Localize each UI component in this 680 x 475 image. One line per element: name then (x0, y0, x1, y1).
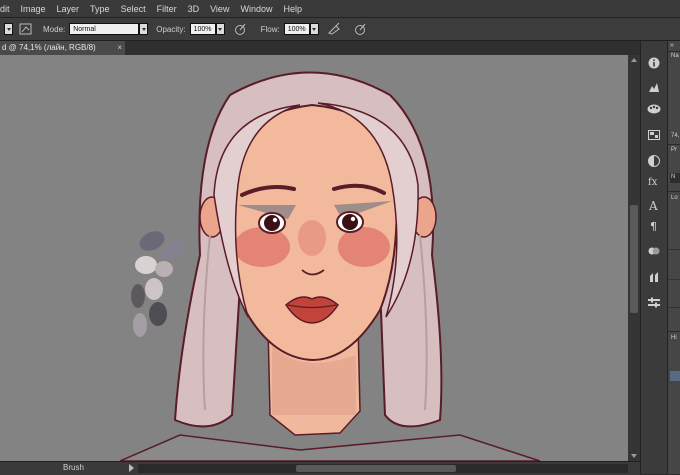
document-tab[interactable]: d @ 74,1% (лайн, RGB/8) × (0, 41, 125, 55)
docked-panels: » Na 74, Pr N Lo Hi (667, 41, 680, 474)
horizontal-scroll-thumb[interactable] (296, 465, 456, 472)
horizontal-scrollbar[interactable] (138, 464, 628, 473)
collapse-panels-icon[interactable]: » (670, 42, 674, 49)
adjustments-icon[interactable] (646, 153, 662, 169)
layers-3d-icon[interactable] (646, 243, 662, 259)
swatch-3 (135, 256, 157, 274)
info-icon[interactable] (646, 55, 662, 71)
menu-view[interactable]: View (210, 4, 236, 14)
opacity-dropdown-icon[interactable] (215, 23, 225, 35)
menu-filter[interactable]: Filter (157, 4, 184, 14)
menu-image[interactable]: Image (21, 4, 53, 14)
panel-icon-strip: fx A ¶ (640, 41, 668, 474)
menu-window[interactable]: Window (240, 4, 279, 14)
mode-dropdown-icon[interactable] (139, 23, 149, 35)
brush-presets-icon[interactable] (646, 269, 662, 285)
right-blush (338, 227, 390, 267)
mode-label: Mode: (43, 24, 66, 34)
menu-3d[interactable]: 3D (188, 4, 207, 14)
menu-layer[interactable]: Layer (57, 4, 87, 14)
swatch-7 (149, 302, 167, 326)
vertical-scrollbar[interactable] (628, 55, 640, 461)
history-tab[interactable]: Hi (671, 335, 677, 341)
close-tab-icon[interactable]: × (117, 41, 122, 55)
tool-preset-dropdown[interactable] (4, 23, 13, 35)
vertical-scroll-thumb[interactable] (630, 205, 638, 313)
menu-select[interactable]: Select (121, 4, 153, 14)
scroll-down-arrow-icon[interactable] (631, 454, 637, 458)
status-tool-name: Brush (63, 463, 84, 472)
flow-label: Flow: (260, 24, 280, 34)
character-icon[interactable]: A (646, 197, 662, 213)
swatches-icon[interactable] (646, 101, 662, 117)
layer-row-2[interactable] (668, 261, 680, 280)
zoom-readout: 74, (671, 133, 680, 139)
artwork (119, 71, 541, 461)
scroll-up-arrow-icon[interactable] (631, 58, 637, 62)
color-swatches (131, 231, 184, 337)
flow-input[interactable]: 100% (283, 23, 310, 35)
tool-presets-icon[interactable] (646, 295, 662, 311)
brush-panel-toggle-icon[interactable] (19, 22, 33, 36)
canvas[interactable] (0, 55, 628, 461)
svg-text:¶: ¶ (650, 220, 657, 231)
histogram-icon[interactable] (646, 79, 662, 95)
pressure-size-icon[interactable] (353, 22, 367, 36)
navigator-tab[interactable]: Na (671, 53, 679, 59)
svg-text:A: A (648, 199, 658, 211)
status-menu-arrow-icon[interactable] (129, 464, 134, 472)
status-bar: Brush (0, 461, 640, 475)
shirt (119, 434, 541, 461)
opacity-label: Opacity: (156, 24, 186, 34)
pressure-opacity-icon[interactable] (233, 22, 247, 36)
left-blush (234, 227, 290, 267)
menu-bar: dit Image Layer Type Select Filter 3D Vi… (0, 0, 680, 18)
svg-text:fx: fx (648, 177, 658, 187)
document-tab-title: d @ 74,1% (лайн, RGB/8) (2, 43, 96, 52)
swatch-6 (145, 278, 163, 300)
document-tab-bar: d @ 74,1% (лайн, RGB/8) × (0, 41, 640, 55)
history-row[interactable] (670, 371, 680, 381)
flow-dropdown-icon[interactable] (309, 23, 319, 35)
menu-edit[interactable]: dit (0, 4, 17, 14)
menu-help[interactable]: Help (283, 4, 309, 14)
mode-select[interactable]: Normal (69, 23, 140, 35)
layer-row-3[interactable] (668, 289, 680, 308)
swatch-5 (131, 284, 145, 308)
airbrush-icon[interactable] (327, 22, 341, 36)
panel-field-text: N (671, 174, 676, 180)
paragraph-icon[interactable]: ¶ (646, 217, 662, 233)
options-bar: Mode: Normal Opacity: 100% Flow: 100% (0, 18, 680, 41)
layers-tab[interactable]: Lo (671, 195, 678, 201)
properties-tab[interactable]: Pr (671, 147, 677, 153)
navigator-icon[interactable] (646, 127, 662, 143)
fx-styles-icon[interactable]: fx (646, 173, 662, 189)
swatch-4 (155, 261, 173, 277)
opacity-input[interactable]: 100% (189, 23, 216, 35)
swatch-8 (133, 313, 147, 337)
layer-row-1[interactable] (668, 231, 680, 250)
menu-type[interactable]: Type (90, 4, 117, 14)
